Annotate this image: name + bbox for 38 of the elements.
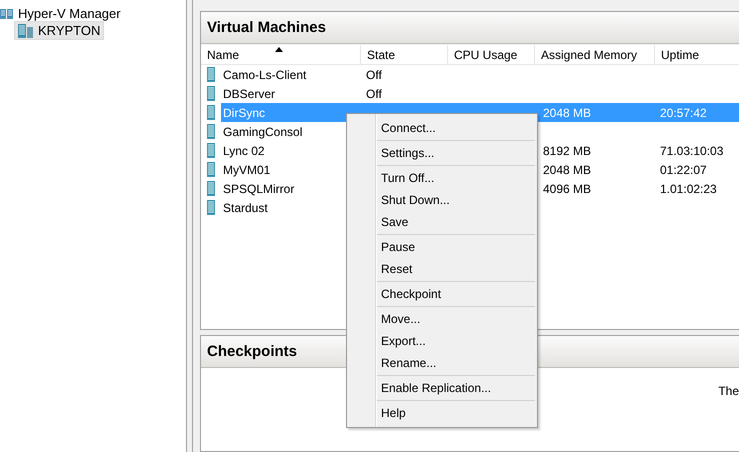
- tree-item[interactable]: KRYPTON: [14, 21, 104, 40]
- sort-arrow-icon: [275, 47, 283, 52]
- vm-icon: [207, 143, 215, 158]
- table-cell: 2048 MB: [543, 106, 592, 120]
- vm-icon: [207, 105, 215, 120]
- table-cell: 4096 MB: [543, 182, 592, 196]
- vm-icon: [207, 124, 215, 139]
- splitter[interactable]: [186, 0, 193, 452]
- table-cell: Off: [366, 68, 382, 82]
- menu-item[interactable]: Enable Replication...: [347, 377, 535, 399]
- menu-item[interactable]: Checkpoint: [347, 283, 535, 305]
- menu-item[interactable]: Turn Off...: [347, 167, 535, 189]
- table-cell: 71.03:10:03: [660, 144, 724, 158]
- menu-item[interactable]: Settings...: [347, 142, 535, 164]
- menu-item[interactable]: Help: [347, 402, 535, 424]
- panel-title: Virtual Machines: [201, 12, 739, 44]
- vm-icon: [207, 181, 215, 196]
- menu-item[interactable]: Shut Down...: [347, 189, 535, 211]
- table-cell: 01:22:07: [660, 162, 707, 176]
- table-cell[interactable]: DBServer: [221, 84, 361, 103]
- tree-item[interactable]: Hyper-V Manager: [18, 6, 121, 21]
- server-icon: [18, 24, 34, 38]
- vm-icon: [207, 162, 215, 177]
- menu-item[interactable]: Pause: [347, 236, 535, 258]
- menu-item[interactable]: Save: [347, 211, 535, 233]
- panel-text: The: [718, 384, 739, 398]
- vm-icon: [207, 200, 215, 215]
- table-cell: 1.01:02:23: [660, 182, 717, 196]
- menu-item[interactable]: Reset: [347, 258, 535, 280]
- table-cell: 2048 MB: [543, 162, 592, 176]
- vm-icon: [207, 86, 215, 101]
- servers-icon: [0, 8, 14, 20]
- table-cell: 8192 MB: [543, 144, 592, 158]
- table-cell: 20:57:42: [660, 106, 707, 120]
- table-cell: Off: [366, 86, 382, 100]
- menu-item[interactable]: Move...: [347, 308, 535, 330]
- vm-icon: [207, 67, 215, 82]
- table-cell[interactable]: Camo-Ls-Client: [221, 65, 361, 84]
